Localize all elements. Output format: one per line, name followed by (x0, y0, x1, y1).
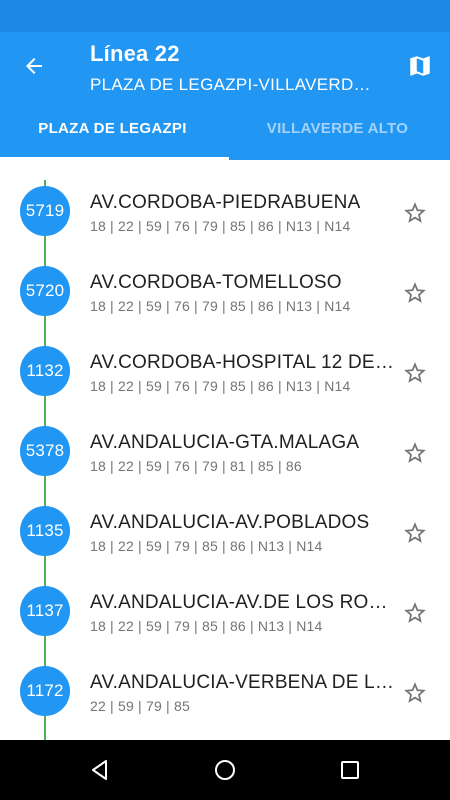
favorite-button[interactable] (400, 518, 430, 548)
stop-number-badge: 1137 (20, 586, 70, 636)
star-outline-icon (404, 442, 426, 463)
map-button[interactable] (400, 46, 440, 86)
nav-home-icon (215, 760, 235, 780)
star-outline-icon (404, 282, 426, 303)
list-item[interactable]: 1132 AV.CORDOBA-HOSPITAL 12 DE OCTUBRE 1… (0, 320, 450, 400)
stop-lines: 18 | 22 | 59 | 76 | 79 | 85 | 86 | N13 |… (90, 218, 351, 234)
favorite-button[interactable] (400, 678, 430, 708)
nav-home-button[interactable] (205, 750, 245, 790)
stop-name: AV.CORDOBA-PIEDRABUENA (90, 192, 361, 213)
stop-lines: 22 | 59 | 79 | 85 (90, 698, 190, 714)
page-title: Línea 22 (90, 41, 180, 66)
star-outline-icon (404, 682, 426, 703)
stop-name: AV.CORDOBA-HOSPITAL 12 DE OCTUBRE (90, 352, 396, 373)
stop-lines: 18 | 22 | 59 | 79 | 85 | 86 | N13 | N14 (90, 618, 323, 634)
stop-name: AV.ANDALUCIA-AV.POBLADOS (90, 512, 370, 533)
stop-lines: 18 | 22 | 59 | 79 | 85 | 86 | N13 | N14 (90, 538, 323, 554)
nav-recents-button[interactable] (330, 750, 370, 790)
stop-number-badge: 1132 (20, 346, 70, 396)
toolbar: Línea 22 PLAZA DE LEGAZPI-VILLAVERDE ALT… (0, 32, 450, 96)
favorite-button[interactable] (400, 598, 430, 628)
list-item[interactable]: 1137 AV.ANDALUCIA-AV.DE LOS ROSALES 18 |… (0, 560, 450, 640)
favorite-button[interactable] (400, 438, 430, 468)
favorite-button[interactable] (400, 358, 430, 388)
stop-number-badge: 1172 (20, 666, 70, 716)
list-item[interactable]: 5378 AV.ANDALUCIA-GTA.MALAGA 18 | 22 | 5… (0, 400, 450, 480)
stop-lines: 18 | 22 | 59 | 76 | 79 | 85 | 86 | N13 |… (90, 298, 351, 314)
nav-back-button[interactable] (80, 750, 120, 790)
list-item[interactable]: 1172 AV.ANDALUCIA-VERBENA DE LA PALOMA 2… (0, 640, 450, 720)
back-button[interactable] (14, 46, 54, 86)
stop-number-badge: 5719 (20, 186, 70, 236)
star-outline-icon (404, 362, 426, 383)
stops-list[interactable]: 5719 AV.CORDOBA-PIEDRABUENA 18 | 22 | 59… (0, 160, 450, 740)
stop-lines: 18 | 22 | 59 | 76 | 79 | 81 | 85 | 86 (90, 458, 302, 474)
star-outline-icon (404, 522, 426, 543)
stop-number-badge: 5720 (20, 266, 70, 316)
stop-name: AV.ANDALUCIA-GTA.MALAGA (90, 432, 360, 453)
stop-name: AV.ANDALUCIA-AV.DE LOS ROSALES (90, 592, 396, 613)
arrow-back-icon (26, 58, 42, 74)
list-item[interactable]: 1135 AV.ANDALUCIA-AV.POBLADOS 18 | 22 | … (0, 480, 450, 560)
favorite-button[interactable] (400, 278, 430, 308)
tab-villaverde-alto[interactable]: VILLAVERDE ALTO (225, 96, 450, 160)
star-outline-icon (404, 202, 426, 223)
favorite-button[interactable] (400, 198, 430, 228)
nav-recents-icon (341, 761, 359, 779)
nav-back-icon (92, 760, 107, 780)
stop-lines: 18 | 22 | 59 | 76 | 79 | 85 | 86 | N13 |… (90, 378, 351, 394)
list-item[interactable]: 5720 AV.CORDOBA-TOMELLOSO 18 | 22 | 59 |… (0, 240, 450, 320)
status-bar (0, 0, 450, 32)
star-outline-icon (404, 602, 426, 623)
stop-number-badge: 1135 (20, 506, 70, 556)
tab-plaza-de-legazpi[interactable]: PLAZA DE LEGAZPI (0, 96, 225, 160)
stop-name: AV.CORDOBA-TOMELLOSO (90, 272, 342, 293)
page-subtitle: PLAZA DE LEGAZPI-VILLAVERDE ALTO (90, 75, 380, 94)
map-icon (410, 56, 430, 76)
stop-name: AV.ANDALUCIA-VERBENA DE LA PALOMA (90, 672, 396, 693)
direction-tabs: PLAZA DE LEGAZPI VILLAVERDE ALTO (0, 96, 450, 160)
stop-number-badge: 5378 (20, 426, 70, 476)
system-navigation-bar (0, 740, 450, 800)
list-item[interactable]: 5719 AV.CORDOBA-PIEDRABUENA 18 | 22 | 59… (0, 160, 450, 240)
